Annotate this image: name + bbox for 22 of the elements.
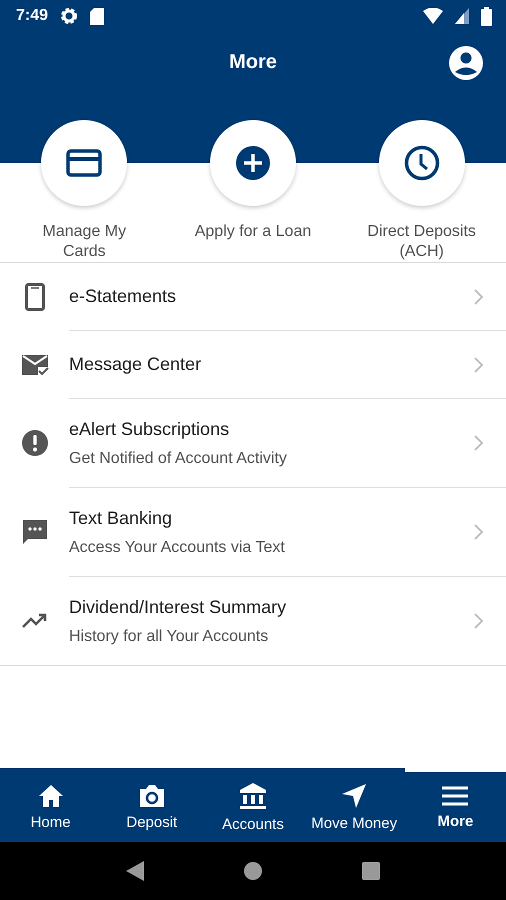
menu-item-subtitle: Access Your Accounts via Text [69, 538, 286, 556]
menu-item-title: Dividend/Interest Summary [69, 596, 288, 618]
nav-tab[interactable]: Accounts [202, 768, 304, 842]
nav-tab[interactable]: Home [0, 768, 102, 842]
page-title: More [229, 50, 277, 74]
menu-item[interactable]: e-Statements [0, 263, 506, 330]
menu-item-title: e-Statements [69, 286, 178, 307]
quick-action-label: Direct Deposits (ACH) [366, 222, 477, 262]
status-time: 7:49 [16, 7, 48, 25]
quick-action-label: Apply for a Loan [194, 222, 312, 242]
menu-item-subtitle: Get Notified of Account Activity [69, 450, 288, 468]
menu-item-title: Message Center [69, 354, 202, 375]
nav-tab[interactable]: Move Money [304, 768, 405, 842]
menu-item[interactable]: Text Banking Access Your Accounts via Text [69, 487, 506, 576]
menu-item-title: eAlert Subscriptions [69, 418, 230, 440]
menu-item[interactable]: eAlert Subscriptions Get Notified of Account Activity [69, 398, 506, 487]
menu-item[interactable]: Message Center [69, 330, 506, 398]
menu-item[interactable]: Dividend/Interest Summary History for all Your Accounts [69, 576, 506, 665]
quick-action-label: Manage My Cards [42, 222, 128, 262]
menu-item-title: Text Banking [69, 508, 174, 528]
nav-tab[interactable]: Deposit [101, 768, 202, 842]
menu-item-subtitle: History for all Your Accounts [69, 628, 270, 646]
